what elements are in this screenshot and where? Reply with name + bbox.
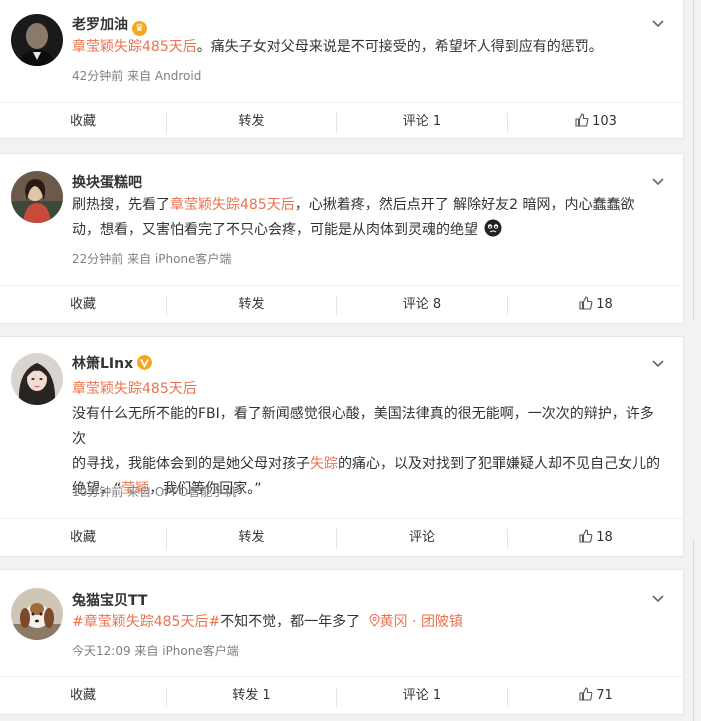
location-pin-icon — [369, 613, 380, 627]
topic-link[interactable]: 章莹颖失踪485天后 — [170, 197, 295, 213]
like-count: 18 — [596, 530, 613, 545]
post-meta: 22分钟前 来自 iPhone客户端 — [72, 250, 231, 267]
like-count: 18 — [596, 297, 613, 312]
post-source: 来自 iPhone客户端 — [134, 644, 239, 658]
post-time[interactable]: 10分钟前 — [72, 485, 123, 499]
forward-button[interactable]: 转发 1 — [167, 677, 336, 715]
action-bar: 收藏 转发 评论 8 18 — [0, 285, 684, 324]
chevron-down-icon[interactable] — [651, 357, 665, 371]
thumbs-up-icon — [579, 296, 593, 310]
topic-link[interactable]: 章莹颖失踪485天后 — [72, 39, 197, 55]
post-text: #章莹颖失踪485天后#不知不觉，都一年多了 黄冈 · 团陂镇 — [72, 610, 662, 635]
post-text: 章莹颖失踪485天后。痛失子女对父母来说是不可接受的，希望坏人得到应有的惩罚。 — [72, 35, 662, 60]
like-button[interactable]: 18 — [508, 286, 684, 324]
avatar[interactable] — [11, 14, 63, 66]
post-meta: 42分钟前 来自 Android — [72, 67, 201, 84]
post-body: 刷热搜，先看了 — [72, 197, 170, 213]
location-link[interactable]: 黄冈 · 团陂镇 — [369, 613, 463, 630]
topic-link[interactable]: #章莹颖失踪485天后# — [72, 614, 220, 630]
chevron-down-icon[interactable] — [651, 17, 665, 31]
thumbs-up-icon — [579, 529, 593, 543]
post-meta: 今天12:09 来自 iPhone客户端 — [72, 642, 239, 659]
action-bar: 收藏 转发 1 评论 1 71 — [0, 676, 684, 715]
collect-button[interactable]: 收藏 — [0, 677, 166, 715]
forward-button[interactable]: 转发 — [167, 286, 336, 324]
feed-post: 林箫LInx 章莹颖失踪485天后 没有什么无所不能的FBI，看了新闻感觉很心酸… — [0, 336, 684, 557]
feed-post: 老罗加油 ♛ 章莹颖失踪485天后。痛失子女对父母来说是不可接受的，希望坏人得到应… — [0, 0, 684, 139]
chevron-down-icon[interactable] — [651, 592, 665, 606]
post-body: ，心揪着疼，然后点开了 解除好友2 暗网，内心蠢蠢欲 — [294, 197, 635, 213]
forward-button[interactable]: 转发 — [167, 103, 336, 141]
verified-v-badge-icon — [137, 355, 153, 370]
post-time[interactable]: 22分钟前 — [72, 252, 123, 266]
forward-button[interactable]: 转发 — [167, 519, 336, 557]
avatar[interactable] — [11, 353, 63, 405]
thumbs-up-icon — [575, 113, 589, 127]
feed-post: 换块蛋糕吧 刷热搜，先看了章莹颖失踪485天后，心揪着疼，然后点开了 解除好友2… — [0, 153, 684, 324]
post-meta: 10分钟前 来自 OPPO智能手机 — [72, 483, 236, 500]
avatar[interactable] — [11, 171, 63, 223]
post-time[interactable]: 今天12:09 — [72, 644, 131, 658]
username[interactable]: 兔猫宝贝TT — [72, 590, 147, 610]
post-body: 的痛心，以及对找到了犯罪嫌疑人却不见自己女儿的 — [338, 456, 660, 472]
like-count: 103 — [592, 114, 617, 129]
username[interactable]: 林箫LInx — [72, 353, 153, 373]
keyword-link[interactable]: 失踪 — [310, 456, 338, 472]
comment-button[interactable]: 评论 — [337, 519, 507, 557]
username[interactable]: 老罗加油 ♛ — [72, 14, 147, 36]
collect-button[interactable]: 收藏 — [0, 286, 166, 324]
username[interactable]: 换块蛋糕吧 — [72, 172, 142, 192]
collect-button[interactable]: 收藏 — [0, 519, 166, 557]
comment-button[interactable]: 评论 8 — [337, 286, 507, 324]
post-source: 来自 OPPO智能手机 — [127, 485, 237, 499]
comment-button[interactable]: 评论 1 — [337, 103, 507, 141]
like-button[interactable]: 103 — [508, 103, 684, 141]
post-time[interactable]: 42分钟前 — [72, 69, 123, 83]
post-text: 刷热搜，先看了章莹颖失踪485天后，心揪着疼，然后点开了 解除好友2 暗网，内心… — [72, 193, 662, 243]
action-bar: 收藏 转发 评论 18 — [0, 518, 684, 557]
post-body: 不知不觉，都一年多了 — [220, 614, 361, 630]
like-button[interactable]: 18 — [508, 519, 684, 557]
like-button[interactable]: 71 — [508, 677, 684, 715]
scroll-track-edge — [693, 0, 694, 320]
action-bar: 收藏 转发 评论 1 103 — [0, 102, 684, 141]
post-body: 的寻找，我能体会到的是她父母对孩子 — [72, 456, 310, 472]
post-body: 动，想看，又害怕看完了不只心会疼，可能是从肉体到灵魂的绝望 — [72, 222, 478, 238]
like-count: 71 — [596, 688, 613, 703]
scroll-track-edge — [693, 540, 694, 721]
avatar[interactable] — [11, 588, 63, 640]
comment-button[interactable]: 评论 1 — [337, 677, 507, 715]
chevron-down-icon[interactable] — [651, 175, 665, 189]
collect-button[interactable]: 收藏 — [0, 103, 166, 141]
post-source: 来自 Android — [127, 69, 202, 83]
crying-emoji-icon — [484, 219, 502, 237]
feed-post: 兔猫宝贝TT #章莹颖失踪485天后#不知不觉，都一年多了 黄冈 · 团陂镇 今… — [0, 569, 684, 715]
post-body: 。痛失子女对父母来说是不可接受的，希望坏人得到应有的惩罚。 — [196, 39, 603, 55]
post-body: 没有什么无所不能的FBI，看了新闻感觉很心酸，美国法律真的很无能啊，一次次的辩护… — [72, 406, 654, 447]
post-source: 来自 iPhone客户端 — [127, 252, 232, 266]
crown-badge-icon: ♛ — [132, 21, 147, 36]
thumbs-up-icon — [579, 687, 593, 701]
topic-link[interactable]: 章莹颖失踪485天后 — [72, 381, 197, 397]
